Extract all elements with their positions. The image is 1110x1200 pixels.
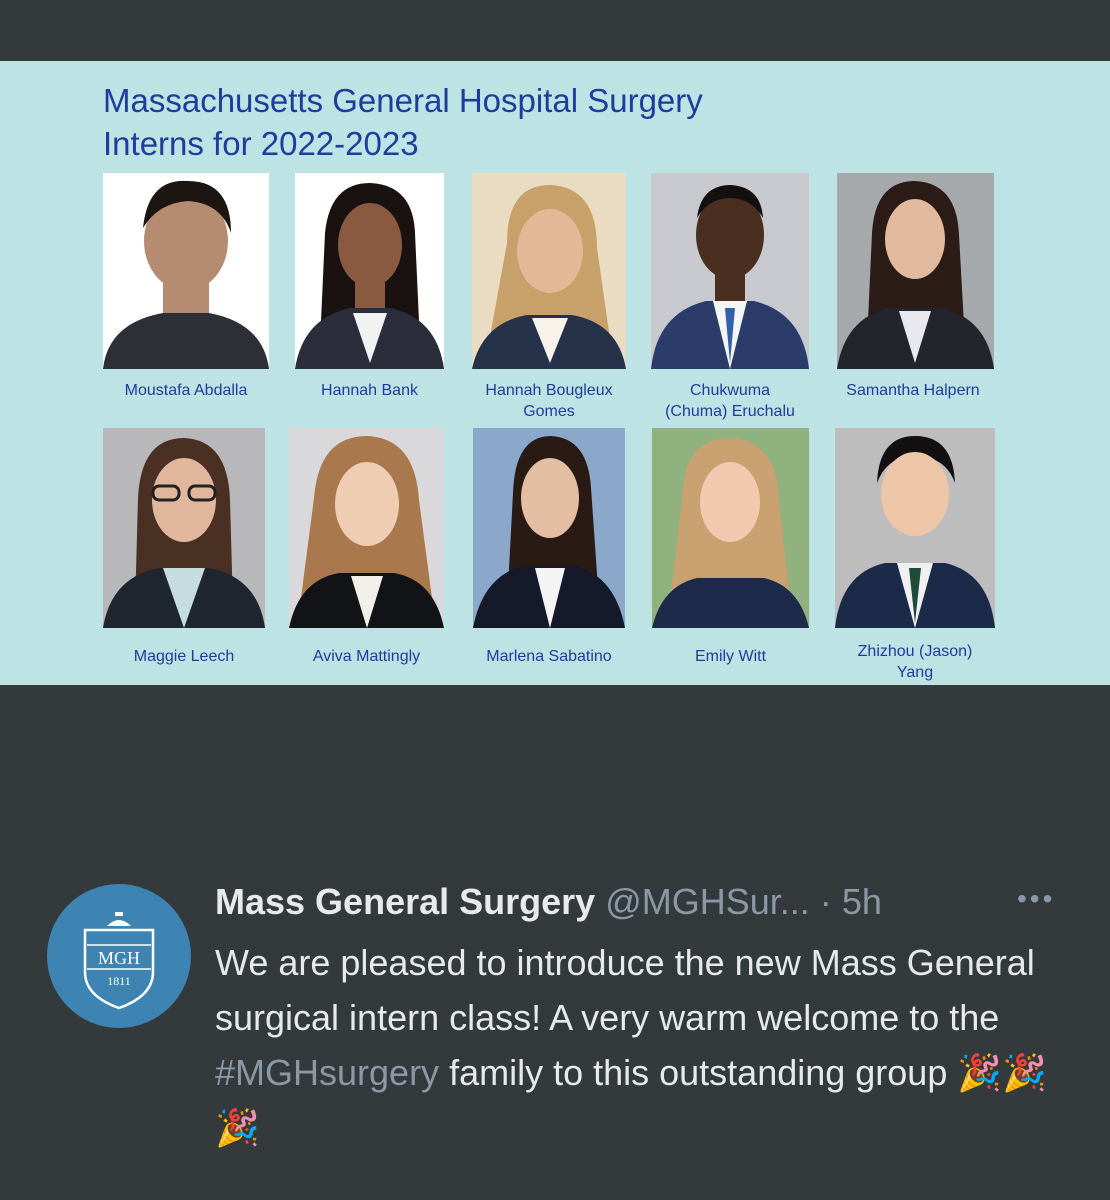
intern-name: Hannah Bank bbox=[321, 382, 418, 399]
intern-name: Samantha Halpern bbox=[846, 382, 980, 399]
intern-name: Aviva Mattingly bbox=[312, 648, 421, 665]
timestamp[interactable]: 5h bbox=[842, 881, 882, 922]
intern-photo bbox=[651, 173, 809, 369]
intern-photo bbox=[472, 173, 626, 369]
intern-name: Zhizhou (Jason) Yang bbox=[857, 643, 973, 681]
intern-photo bbox=[295, 173, 444, 369]
intern-photo bbox=[473, 428, 625, 628]
mgh-shield-logo: MGH 1811 bbox=[83, 912, 155, 1010]
intern-photo bbox=[837, 173, 994, 369]
intern-name: Chukwuma (Chuma) Eruchalu bbox=[665, 382, 795, 420]
intern-photo bbox=[652, 428, 809, 628]
intern-photo bbox=[103, 428, 265, 628]
intern-name: Hannah Bougleux Gomes bbox=[485, 382, 613, 420]
more-options-icon[interactable]: ••• bbox=[1017, 885, 1055, 913]
tweet[interactable]: MGH 1811 Mass General Surgery @MGHSur...… bbox=[0, 685, 1110, 1200]
separator: · bbox=[819, 881, 832, 922]
handle[interactable]: @MGHSur... bbox=[605, 881, 810, 922]
intern-slide-image[interactable]: Massachusetts General Hospital Surgery I… bbox=[0, 61, 1110, 685]
svg-text:MGH: MGH bbox=[98, 948, 140, 968]
tweet-header: Mass General Surgery @MGHSur... · 5h bbox=[215, 881, 882, 923]
intern-photo bbox=[835, 428, 995, 628]
intern-photo bbox=[103, 173, 269, 369]
avatar[interactable]: MGH 1811 bbox=[47, 884, 191, 1028]
hashtag-link[interactable]: #MGHsurgery bbox=[215, 1052, 439, 1093]
tweet-text: We are pleased to introduce the new Mass… bbox=[215, 942, 1048, 1148]
intern-photo bbox=[289, 428, 444, 628]
svg-text:1811: 1811 bbox=[107, 974, 131, 988]
intern-name: Marlena Sabatino bbox=[486, 648, 612, 665]
intern-name: Moustafa Abdalla bbox=[124, 382, 248, 399]
intern-name: Maggie Leech bbox=[133, 648, 235, 665]
slide-title: Massachusetts General Hospital Surgery I… bbox=[103, 82, 703, 162]
intern-name: Emily Witt bbox=[694, 648, 767, 665]
display-name[interactable]: Mass General Surgery bbox=[215, 881, 595, 922]
